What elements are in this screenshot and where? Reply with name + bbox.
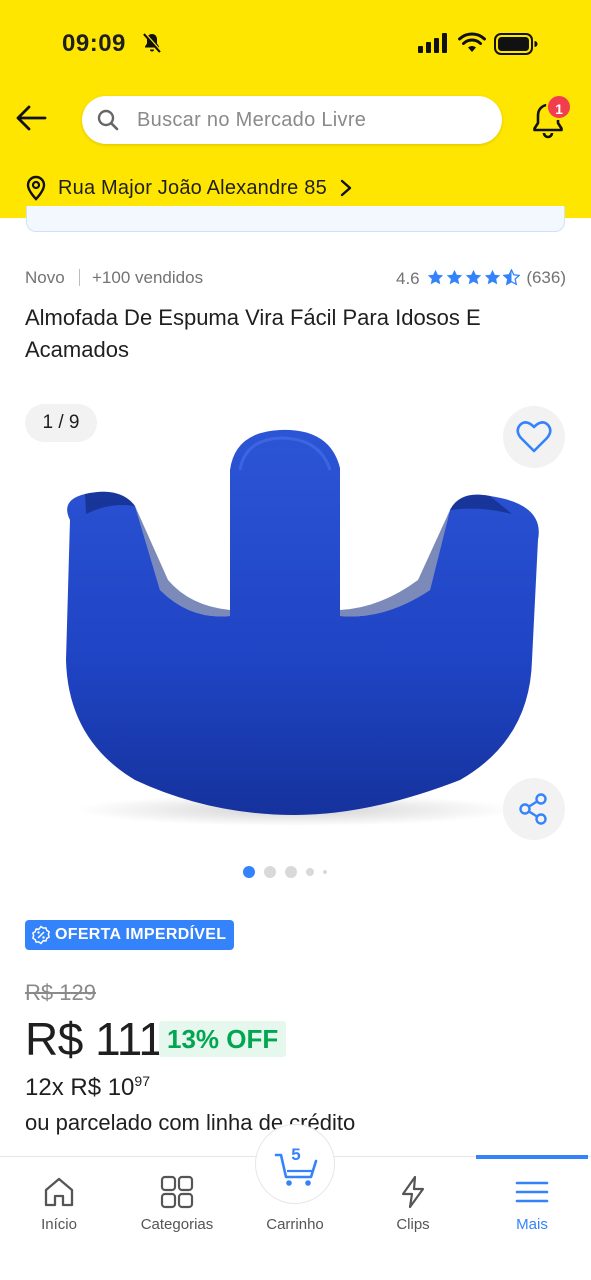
tab-categorias[interactable]: Categorias xyxy=(118,1157,236,1237)
installments-cents: 97 xyxy=(134,1073,150,1089)
wifi-icon xyxy=(458,32,486,52)
tab-clips[interactable]: Clips xyxy=(354,1157,472,1237)
address-text: Rua Major João Alexandre 85 xyxy=(58,176,327,199)
tab-label: Clips xyxy=(396,1216,430,1233)
cart-icon xyxy=(274,1153,318,1186)
favorite-button[interactable] xyxy=(503,406,565,468)
star-full-icon xyxy=(465,269,482,285)
tab-mais[interactable]: Mais xyxy=(473,1157,591,1237)
meta-divider xyxy=(79,269,80,286)
pagination-dot-active xyxy=(243,866,255,878)
rating-value: 4.6 xyxy=(396,269,420,288)
search-input[interactable]: Buscar no Mercado Livre xyxy=(82,96,502,144)
tab-label: Categorias xyxy=(140,1216,214,1233)
search-placeholder: Buscar no Mercado Livre xyxy=(137,109,367,131)
product-meta: Novo +100 vendidos 4.6 (636) xyxy=(25,268,566,290)
info-banner-edge xyxy=(26,206,565,232)
installments-amount: 12x R$ 10 xyxy=(25,1074,135,1101)
search-icon xyxy=(97,109,119,131)
product-condition: Novo xyxy=(25,268,65,287)
location-pin-icon xyxy=(26,175,46,201)
pagination-dot xyxy=(264,866,276,878)
original-price: R$ 129 xyxy=(25,980,96,1005)
product-image xyxy=(66,429,539,826)
pagination-dot xyxy=(323,870,327,874)
signal-icon xyxy=(418,33,447,53)
delivery-address[interactable]: Rua Major João Alexandre 85 xyxy=(24,172,353,204)
sold-count: +100 vendidos xyxy=(92,268,204,287)
share-icon xyxy=(519,793,547,825)
star-half-icon xyxy=(503,269,520,286)
offer-badge: OFERTA IMPERDÍVEL xyxy=(25,920,235,950)
battery-icon xyxy=(494,33,538,55)
back-arrow-icon[interactable] xyxy=(14,100,50,136)
tab-label: Mais xyxy=(516,1216,548,1233)
pagination-dot xyxy=(285,866,297,878)
offer-seal-icon xyxy=(32,925,50,945)
current-price: R$ 111 xyxy=(25,1013,164,1065)
tab-label: Início xyxy=(41,1216,77,1233)
status-time: 09:09 xyxy=(62,30,126,57)
offer-badge-label: OFERTA IMPERDÍVEL xyxy=(55,926,227,943)
heart-icon xyxy=(516,421,552,453)
rating-stars[interactable] xyxy=(427,269,520,286)
notification-badge: 1 xyxy=(546,94,572,120)
home-icon xyxy=(44,1177,74,1207)
tab-label: Carrinho xyxy=(266,1216,324,1233)
star-full-icon xyxy=(446,269,463,285)
cart-count: 5 xyxy=(291,1145,301,1164)
reviews-count[interactable]: (636) xyxy=(526,268,566,288)
menu-icon xyxy=(515,1181,549,1203)
status-bar: 09:09 xyxy=(0,0,591,88)
discount-badge: 13% OFF xyxy=(159,1021,287,1057)
product-gallery[interactable]: 1 / 9 xyxy=(0,390,591,860)
product-title: Almofada De Espuma Vira Fácil Para Idoso… xyxy=(25,305,481,362)
bell-off-icon xyxy=(143,32,162,53)
cart-button[interactable]: 5 xyxy=(255,1124,335,1204)
tab-inicio[interactable]: Início xyxy=(0,1157,118,1237)
header: 09:09 Buscar no Mercado Livre 1 Rua Majo… xyxy=(0,0,591,218)
grid-icon xyxy=(160,1175,194,1209)
installments: 12x R$ 1097 xyxy=(25,1073,150,1102)
image-counter: 1 / 9 xyxy=(25,404,97,442)
gallery-pagination xyxy=(243,866,327,878)
star-full-icon xyxy=(427,269,444,285)
chevron-right-icon xyxy=(340,179,352,197)
bolt-icon xyxy=(401,1175,425,1209)
share-button[interactable] xyxy=(503,778,565,840)
star-full-icon xyxy=(484,269,501,285)
pagination-dot xyxy=(306,868,314,876)
